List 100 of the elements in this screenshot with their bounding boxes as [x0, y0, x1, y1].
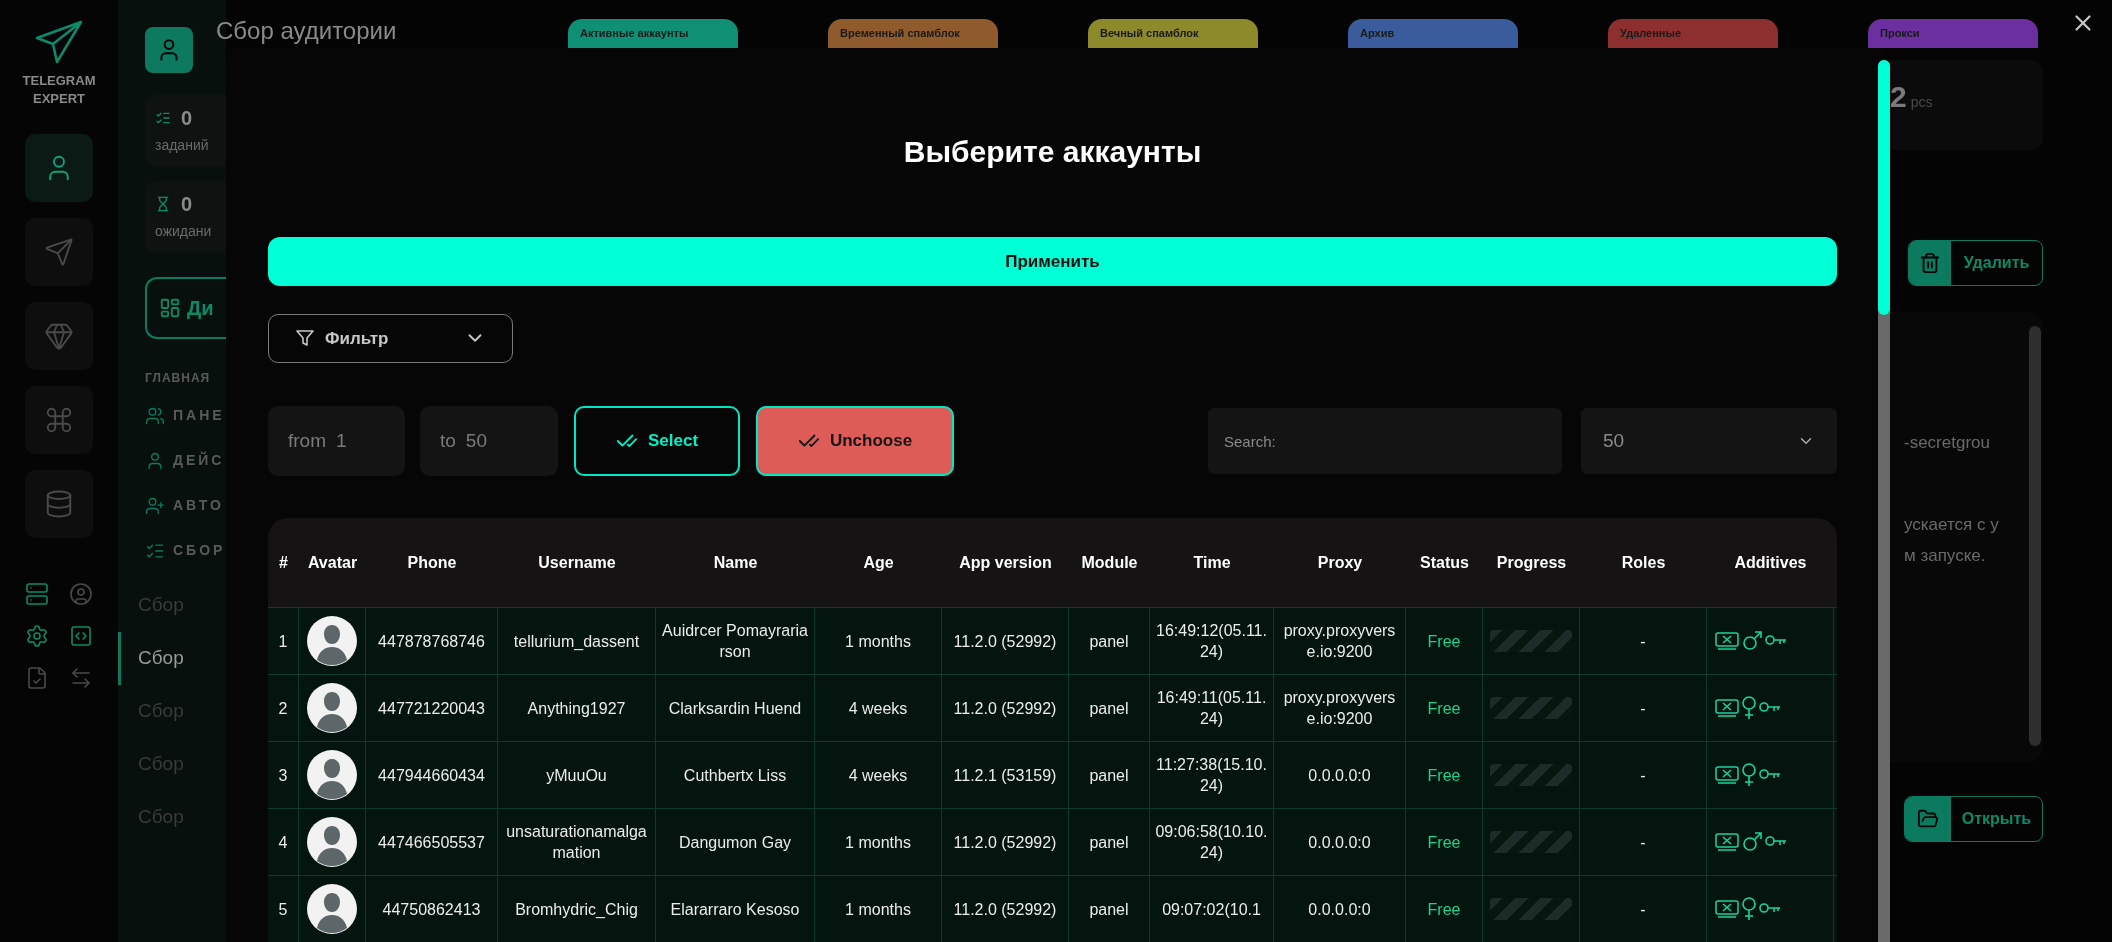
select-button[interactable]: Select	[574, 406, 740, 476]
key-icon	[1765, 835, 1787, 849]
username-cell-text: tellurium_dassent	[513, 631, 640, 652]
app-version-cell-text: 11.2.0 (52992)	[953, 899, 1057, 920]
app-version-cell-text: 11.2.0 (52992)	[953, 832, 1057, 853]
column-header: Status	[1420, 552, 1469, 573]
filter-icon	[295, 328, 315, 349]
crossed-box-icon	[1715, 698, 1739, 718]
delete-button[interactable]: Удалить	[1908, 240, 2043, 286]
database-icon	[44, 489, 74, 519]
text-line: м запуске.	[1904, 545, 1987, 567]
age-cell-text: 4 weeks	[848, 765, 908, 786]
phone-cell-text: 447466505537	[378, 832, 485, 853]
avatar	[307, 817, 357, 867]
age-cell-text: 1 months	[845, 631, 911, 652]
row-number: 3	[278, 765, 288, 786]
phone-cell-text: 447878768746	[378, 631, 485, 652]
key-icon	[1759, 768, 1781, 782]
name-cell-text: Elararraro Kesoso	[670, 899, 800, 920]
proxy-cell-text: 0.0.0.0:0	[1308, 899, 1371, 920]
column-header: #	[279, 552, 288, 573]
avatar	[307, 884, 357, 934]
roles-cell-text: -	[1640, 832, 1646, 853]
crossed-box-icon	[1715, 832, 1739, 852]
row-number: 2	[278, 698, 288, 719]
server-icon[interactable]	[25, 582, 49, 606]
status-tab[interactable]: Вечный спамблок	[1088, 19, 1258, 48]
column-header: Proxy	[1317, 552, 1363, 573]
module-cell-text: panel	[1089, 832, 1129, 853]
command-icon	[44, 405, 74, 435]
status-tab[interactable]: Удаленные	[1608, 19, 1778, 48]
time-cell-text: 09:06:58(10.10.24)	[1154, 822, 1269, 863]
row-number: 4	[278, 832, 288, 853]
menu-item[interactable]: АВТО	[145, 495, 226, 516]
name-cell-text: Auidrcer Pomayrariarson	[661, 621, 809, 662]
column-header: Additives	[1734, 552, 1807, 573]
menu-item[interactable]: ДЕЙС	[145, 450, 226, 471]
code-icon[interactable]	[69, 624, 93, 648]
nav-button[interactable]	[25, 470, 93, 538]
status-tab[interactable]: Активные аккаунты	[568, 19, 738, 48]
column-header: Roles	[1621, 552, 1666, 573]
nav-button[interactable]	[25, 134, 93, 202]
column-header: Progress	[1496, 552, 1567, 573]
module-cell-text: panel	[1089, 899, 1129, 920]
swap-icon[interactable]	[69, 666, 93, 690]
user-circle-icon[interactable]	[69, 582, 93, 606]
age-cell-text: 1 months	[845, 832, 911, 853]
stat-label: ожидани	[155, 221, 213, 241]
send-icon	[44, 237, 74, 267]
logo-text: EXPERT	[33, 90, 85, 108]
key-icon	[1759, 902, 1781, 916]
username-cell-text: Bromhydric_Chig	[515, 899, 638, 920]
status-cell-text: Free	[1427, 832, 1461, 853]
username-cell-text: Anything1927	[527, 698, 626, 719]
text-line: ускается с у	[1904, 513, 2000, 536]
scrollbar[interactable]	[1878, 60, 1890, 942]
open-button[interactable]: Открыть	[1904, 796, 2043, 842]
avatar	[307, 750, 357, 800]
search-field[interactable]: Search:	[1208, 408, 1562, 474]
menu-section-title: ГЛАВНАЯ	[145, 370, 211, 387]
module-cell-text: panel	[1089, 765, 1129, 786]
from-field[interactable]: from 1	[268, 406, 405, 476]
nav-button[interactable]	[25, 386, 93, 454]
hourglass-icon	[155, 195, 171, 212]
proxy-cell-text: proxy.proxyverse.io:9200	[1282, 621, 1397, 662]
status-tab[interactable]: Архив	[1348, 19, 1518, 48]
status-cell-text: Free	[1427, 698, 1461, 719]
column-header: App version	[959, 552, 1052, 573]
text-area-scrollbar[interactable]	[2029, 326, 2041, 746]
page-size-select[interactable]: 50	[1581, 408, 1837, 474]
roles-cell-text: -	[1640, 698, 1646, 719]
unchoose-button[interactable]: Unchoose	[756, 406, 954, 476]
trash-icon	[1919, 252, 1941, 274]
phone-cell-text: 447944660434	[378, 765, 485, 786]
column-header: Username	[538, 552, 616, 573]
username-cell-text: yMuuOu	[546, 765, 607, 786]
nav-button[interactable]	[25, 218, 93, 286]
to-field[interactable]: to 50	[420, 406, 558, 476]
document-check-icon[interactable]	[25, 666, 49, 690]
column-header: Age	[863, 552, 894, 573]
time-cell-text: 16:49:11(05.11.24)	[1155, 688, 1268, 729]
settings-icon[interactable]	[25, 624, 49, 648]
status-tab[interactable]: Временный спамблок	[828, 19, 998, 48]
filter-dropdown[interactable]: Фильтр	[268, 313, 513, 363]
key-icon	[1765, 634, 1787, 648]
text-line: -secretgrou	[1904, 432, 1991, 454]
name-cell-text: Cuthbertx Liss	[683, 765, 787, 786]
menu-item[interactable]: СБОР	[145, 540, 226, 561]
menu-item[interactable]: ПАНЕ	[145, 405, 226, 426]
nav-button[interactable]	[25, 302, 93, 370]
status-cell-text: Free	[1427, 899, 1461, 920]
crossed-box-icon	[1715, 899, 1739, 919]
age-cell-text: 1 months	[845, 899, 911, 920]
stat-value: 0	[181, 106, 193, 129]
dashboard-icon	[159, 297, 181, 319]
modal-title: Выберите аккаунты	[903, 134, 1202, 170]
key-icon	[1759, 701, 1781, 715]
apply-button[interactable]: Применить	[268, 237, 1837, 286]
row-number: 1	[278, 631, 288, 652]
column-header: Phone	[407, 552, 457, 573]
